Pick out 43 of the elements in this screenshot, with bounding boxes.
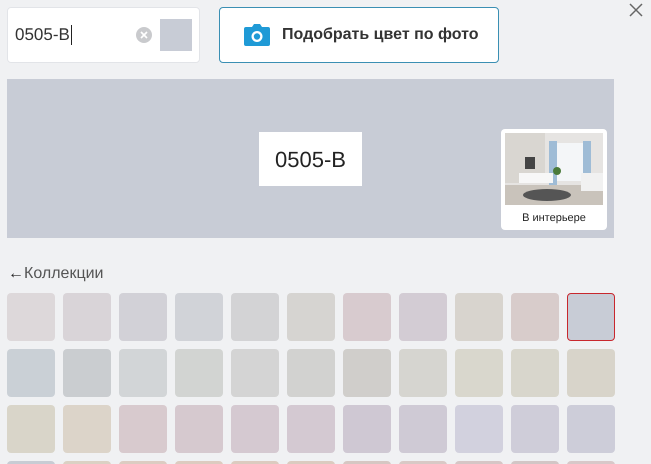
color-swatch[interactable] — [175, 293, 223, 341]
color-swatch[interactable] — [511, 293, 559, 341]
color-swatch[interactable] — [119, 349, 167, 397]
color-swatch[interactable] — [231, 349, 279, 397]
close-icon[interactable] — [629, 3, 643, 17]
color-swatch[interactable] — [399, 349, 447, 397]
camera-icon — [244, 24, 270, 46]
clear-icon[interactable] — [136, 27, 152, 43]
color-swatch[interactable] — [119, 293, 167, 341]
color-swatch[interactable] — [343, 293, 391, 341]
color-swatch[interactable] — [7, 293, 55, 341]
color-swatch[interactable] — [455, 293, 503, 341]
color-swatch[interactable] — [231, 405, 279, 453]
color-swatch[interactable] — [7, 405, 55, 453]
color-swatch[interactable] — [175, 405, 223, 453]
color-swatch[interactable] — [511, 405, 559, 453]
color-swatch[interactable] — [455, 349, 503, 397]
color-swatch[interactable] — [63, 405, 111, 453]
color-swatch[interactable] — [343, 349, 391, 397]
color-swatch[interactable] — [63, 349, 111, 397]
color-swatch[interactable] — [455, 405, 503, 453]
color-swatch[interactable] — [511, 349, 559, 397]
interior-label: В интерьере — [522, 211, 586, 226]
color-swatch[interactable] — [399, 293, 447, 341]
search-field[interactable]: 0505-B — [7, 7, 200, 63]
search-value: 0505-B — [15, 25, 72, 45]
color-swatch[interactable] — [231, 293, 279, 341]
color-swatch[interactable] — [7, 349, 55, 397]
photo-match-button[interactable]: Подобрать цвет по фото — [219, 7, 499, 63]
collections-link[interactable]: ←Коллекции — [8, 264, 104, 284]
color-swatch[interactable] — [343, 405, 391, 453]
color-swatch[interactable] — [567, 349, 615, 397]
color-swatch[interactable] — [287, 405, 335, 453]
color-swatch[interactable] — [119, 405, 167, 453]
interior-card[interactable]: В интерьере — [501, 129, 607, 230]
color-code: 0505-B — [259, 132, 362, 186]
color-swatch[interactable] — [63, 293, 111, 341]
color-swatch[interactable] — [287, 293, 335, 341]
color-swatch[interactable] — [175, 349, 223, 397]
color-swatch[interactable] — [287, 349, 335, 397]
color-swatch[interactable] — [567, 293, 615, 341]
color-swatch[interactable] — [399, 405, 447, 453]
color-swatch[interactable] — [567, 405, 615, 453]
